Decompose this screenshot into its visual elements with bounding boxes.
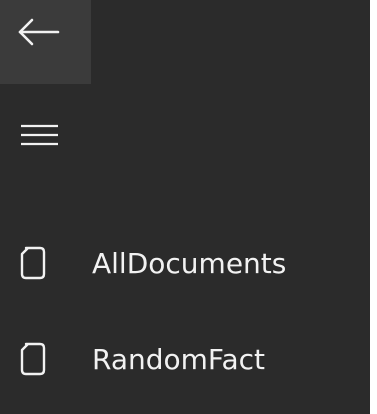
document-icon	[20, 246, 46, 280]
navigation-pane: AllDocuments RandomFact	[0, 0, 370, 414]
hamburger-menu-icon	[21, 124, 58, 146]
back-arrow-icon	[18, 18, 60, 46]
nav-item-randomfact[interactable]: RandomFact	[0, 328, 370, 392]
document-icon	[20, 342, 46, 376]
content-edge	[370, 0, 377, 414]
hamburger-menu-button[interactable]	[0, 110, 80, 162]
nav-item-alldocuments[interactable]: AllDocuments	[0, 232, 370, 296]
back-button[interactable]	[0, 0, 91, 84]
nav-item-label: AllDocuments	[92, 247, 287, 280]
nav-item-label: RandomFact	[92, 343, 265, 376]
